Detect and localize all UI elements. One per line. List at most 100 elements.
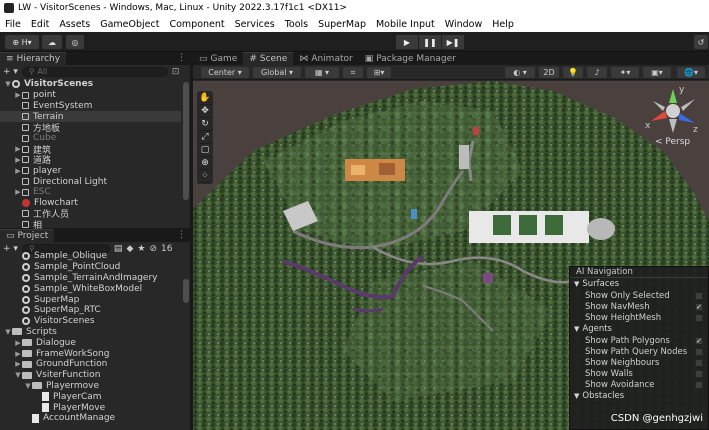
checkbox-checked[interactable]: ✓: [695, 336, 703, 345]
project-menu-icon[interactable]: ⋮: [177, 230, 186, 240]
checkbox-checked[interactable]: ✓: [695, 302, 703, 311]
camera-settings-button[interactable]: ▣▾: [643, 67, 671, 78]
projection-label[interactable]: < Persp: [655, 137, 690, 147]
project-item[interactable]: Sample_WhiteBoxModel: [0, 283, 181, 294]
effects-toggle[interactable]: ✦▾: [611, 67, 639, 78]
account-dropdown[interactable]: ⊕ H ▾: [5, 35, 39, 49]
menu-item-gameobject[interactable]: GameObject: [95, 19, 164, 30]
project-item[interactable]: ▶ FrameWorkSong: [0, 348, 181, 359]
tab-game[interactable]: ▭ Game: [193, 52, 244, 65]
cloud-button[interactable]: ☁: [42, 35, 62, 49]
hierarchy-search-input[interactable]: ⚲ All: [21, 66, 168, 77]
foldout-arrow-icon[interactable]: ▶: [14, 350, 22, 358]
hierarchy-item[interactable]: ▶ point: [0, 90, 181, 101]
ai-section-header[interactable]: ▼ Agents: [570, 323, 708, 335]
project-item[interactable]: PlayerMove: [0, 402, 181, 413]
pivot-dropdown[interactable]: Center ▾: [201, 67, 249, 78]
toggle-2d-button[interactable]: 2D: [539, 67, 559, 78]
project-item[interactable]: SuperMap: [0, 294, 181, 305]
checkbox-unchecked[interactable]: [695, 380, 703, 389]
menu-item-tools[interactable]: Tools: [280, 19, 313, 30]
transform-tool-button[interactable]: ⊕: [198, 157, 212, 170]
menu-item-window[interactable]: Window: [440, 19, 487, 30]
foldout-arrow-icon[interactable]: ▼: [4, 80, 12, 88]
menu-item-assets[interactable]: Assets: [54, 19, 95, 30]
tab-project[interactable]: ▭ Project: [0, 229, 55, 242]
hierarchy-item[interactable]: Directional Light: [0, 176, 181, 187]
step-button[interactable]: ▶❚: [442, 35, 464, 49]
hierarchy-scrollbar[interactable]: [183, 82, 189, 200]
shading-mode-button[interactable]: ◐ ▾: [505, 67, 535, 78]
project-item[interactable]: AccountManage: [0, 413, 181, 424]
expand-icon[interactable]: ⊡: [172, 67, 180, 77]
audio-toggle[interactable]: ♪: [587, 67, 607, 78]
lighting-toggle[interactable]: 💡: [563, 67, 583, 78]
hierarchy-item[interactable]: 工作人员: [0, 209, 181, 220]
project-item[interactable]: ▶ GroundFunction: [0, 359, 181, 370]
tab-animator[interactable]: ⋈ Animator: [293, 52, 359, 65]
hierarchy-item[interactable]: ▶ ESC: [0, 187, 181, 198]
menu-item-file[interactable]: File: [0, 19, 26, 30]
history-button[interactable]: ↺: [694, 35, 708, 49]
checkbox-unchecked[interactable]: [695, 369, 703, 378]
tab-scene[interactable]: # Scene: [243, 52, 294, 65]
grid-snap-button[interactable]: ▦ ▾: [305, 67, 339, 78]
menu-item-help[interactable]: Help: [487, 19, 519, 30]
foldout-arrow-icon[interactable]: ▼: [4, 328, 12, 336]
hierarchy-item[interactable]: ▶ player: [0, 165, 181, 176]
hand-tool-button[interactable]: ✋: [198, 92, 212, 105]
foldout-arrow-icon[interactable]: ▶: [14, 339, 22, 347]
foldout-arrow-icon[interactable]: ▶: [14, 167, 22, 175]
project-item[interactable]: Sample_Oblique: [0, 251, 181, 262]
foldout-arrow-icon[interactable]: ▶: [14, 145, 22, 153]
hierarchy-item[interactable]: Terrain: [0, 111, 181, 123]
hierarchy-item[interactable]: EventSystem: [0, 101, 181, 112]
hierarchy-item[interactable]: Flowchart: [0, 198, 181, 209]
project-item[interactable]: ▼ VsiterFunction: [0, 370, 181, 381]
move-tool-button[interactable]: ✥: [198, 105, 212, 118]
tab-package-manager[interactable]: ▣ Package Manager: [358, 52, 462, 65]
panel-menu-icon[interactable]: ⋮: [177, 53, 186, 63]
snap-increment-button[interactable]: ⌗: [343, 67, 363, 78]
project-scrollbar[interactable]: [183, 279, 189, 303]
pause-button[interactable]: ❚❚: [419, 35, 441, 49]
project-item[interactable]: SuperMap_RTC: [0, 305, 181, 316]
hierarchy-item[interactable]: ▶ 道路: [0, 155, 181, 167]
hierarchy-item[interactable]: Cube: [0, 133, 181, 144]
rotate-tool-button[interactable]: ↻: [198, 118, 212, 131]
project-item[interactable]: PlayerCam: [0, 391, 181, 402]
snap-settings-button[interactable]: ⊞▾: [367, 67, 391, 78]
menu-item-mobile-input[interactable]: Mobile Input: [371, 19, 440, 30]
rect-tool-button[interactable]: ▢: [198, 144, 212, 157]
menu-item-component[interactable]: Component: [164, 19, 229, 30]
project-item[interactable]: ▶ Dialogue: [0, 337, 181, 348]
checkbox-unchecked[interactable]: [695, 347, 703, 356]
foldout-arrow-icon[interactable]: ▶: [14, 188, 22, 196]
project-item[interactable]: ▼ Playermove: [0, 381, 181, 392]
project-item[interactable]: Sample_TerrainAndImagery: [0, 273, 181, 284]
hierarchy-item[interactable]: 方地板: [0, 122, 181, 134]
play-button[interactable]: ▶: [396, 35, 418, 49]
hierarchy-item[interactable]: ▼ VisitorScenes: [0, 79, 181, 90]
ai-section-header[interactable]: ▼ Obstacles: [570, 390, 708, 402]
foldout-arrow-icon[interactable]: ▼: [24, 382, 32, 390]
hierarchy-item[interactable]: ▶ 建筑: [0, 144, 181, 156]
checkbox-unchecked[interactable]: [695, 291, 703, 300]
scale-tool-button[interactable]: ⤢: [198, 131, 212, 144]
menu-item-services[interactable]: Services: [230, 19, 280, 30]
foldout-arrow-icon[interactable]: ▶: [14, 360, 22, 368]
project-item[interactable]: ▼ Scripts: [0, 327, 181, 338]
project-item[interactable]: VisitorScenes: [0, 316, 181, 327]
checkbox-unchecked[interactable]: [695, 358, 703, 367]
tab-hierarchy[interactable]: ≡ Hierarchy: [0, 52, 67, 65]
menu-item-edit[interactable]: Edit: [26, 19, 54, 30]
menu-item-supermap[interactable]: SuperMap: [313, 19, 371, 30]
space-dropdown[interactable]: Global ▾: [253, 67, 301, 78]
checkbox-unchecked[interactable]: [695, 313, 703, 322]
custom-tool-button[interactable]: ⁘: [198, 170, 212, 183]
ai-section-header[interactable]: ▼ Surfaces: [570, 278, 708, 290]
gizmos-toggle[interactable]: 🌐▾: [677, 67, 705, 78]
foldout-arrow-icon[interactable]: ▶: [14, 156, 22, 164]
orientation-gizmo[interactable]: y x z < Persp: [643, 85, 703, 149]
project-item[interactable]: Sample_PointCloud: [0, 262, 181, 273]
